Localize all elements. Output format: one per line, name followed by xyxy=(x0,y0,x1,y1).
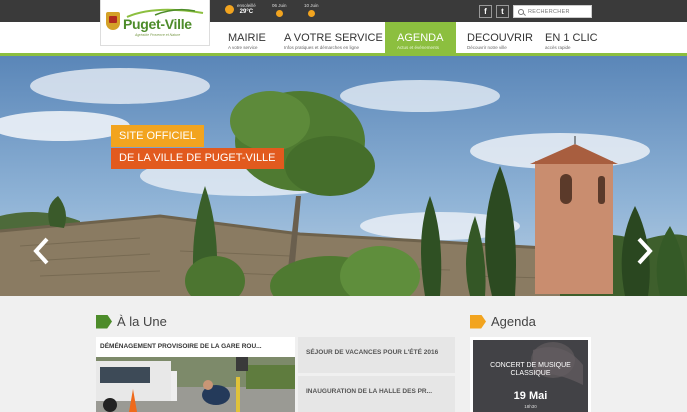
section-title: À la Une xyxy=(117,314,167,329)
slider-prev-arrow[interactable] xyxy=(31,236,51,266)
search-box[interactable] xyxy=(513,5,592,18)
agenda-event-card[interactable]: CONCERT DE MUSIQUE CLASSIQUE 19 Mai 18h3… xyxy=(470,337,591,412)
hero-banner-official: SITE OFFICIEL xyxy=(111,125,205,147)
search-icon[interactable] xyxy=(518,8,524,15)
weather-today: ensoleillé 29°C xyxy=(225,3,256,15)
nav-sublabel: accès rapide xyxy=(545,45,571,50)
sun-small-icon xyxy=(275,10,283,17)
une-section-title: À la Une xyxy=(96,314,167,329)
nav-item-en-1-clic[interactable]: EN 1 CLIC accès rapide xyxy=(538,22,598,56)
hero-photo xyxy=(0,56,687,296)
weather-forecast-1: 06 Juin xyxy=(272,3,287,17)
forecast-date: 06 Juin xyxy=(272,3,287,8)
chevron-right-icon[interactable] xyxy=(635,236,655,266)
hero-slider xyxy=(0,56,687,296)
event-date: 19 Mai xyxy=(513,390,548,402)
nav-item-agenda[interactable]: AGENDA Actus et événements xyxy=(385,22,456,56)
agenda-section-title: Agenda xyxy=(470,314,536,329)
hero-banner-town: DE LA VILLE DE PUGET-VILLE xyxy=(111,148,284,169)
logo-tagline: Agréable Provence et Nature xyxy=(135,33,181,37)
nav-item-mairie[interactable]: MAIRIE A votre service xyxy=(221,22,277,56)
une-article-item[interactable]: INAUGURATION DE LA HALLE DES PR... xyxy=(298,376,455,412)
section-title: Agenda xyxy=(491,314,536,329)
nav-sublabel: Actus et événements xyxy=(397,45,440,50)
slider-next-arrow[interactable] xyxy=(635,236,655,266)
une-article-item[interactable]: SÉJOUR DE VACANCES POUR L'ÉTÉ 2016 xyxy=(298,337,455,373)
facebook-icon[interactable]: f xyxy=(479,5,492,18)
event-title: CONCERT DE MUSIQUE CLASSIQUE xyxy=(490,362,571,377)
coat-of-arms-icon xyxy=(106,12,120,30)
chevron-left-icon[interactable] xyxy=(31,236,51,266)
weather-label: ensoleillé xyxy=(237,3,256,8)
site-logo[interactable]: Puget-Ville Agréable Provence et Nature xyxy=(100,0,210,46)
twitter-icon[interactable]: t xyxy=(496,5,509,18)
nav-label: AGENDA xyxy=(397,32,444,44)
nav-sublabel: Découvrir notre ville xyxy=(467,45,507,50)
une-featured-article[interactable]: DÉMÉNAGEMENT PROVISOIRE DE LA GARE ROU..… xyxy=(96,337,295,412)
sun-small-icon xyxy=(307,10,315,17)
featured-photo[interactable] xyxy=(96,357,295,412)
nav-label: A VOTRE SERVICE xyxy=(284,32,383,44)
nav-sublabel: A votre service xyxy=(228,45,258,50)
nav-item-a-votre-service[interactable]: A VOTRE SERVICE Infos pratiques et démar… xyxy=(278,22,384,56)
sun-icon xyxy=(225,5,234,14)
green-flag-icon xyxy=(96,314,112,329)
orange-flag-icon xyxy=(470,314,486,329)
nav-label: EN 1 CLIC xyxy=(545,32,598,44)
forecast-date: 10 Juin xyxy=(304,3,319,8)
search-input[interactable] xyxy=(528,8,588,15)
featured-headline[interactable]: DÉMÉNAGEMENT PROVISOIRE DE LA GARE ROU..… xyxy=(96,337,295,350)
nav-item-decouvrir[interactable]: DECOUVRIR Découvrir notre ville xyxy=(460,22,534,56)
page: ensoleillé29°C 06 Juin 10 Juin f t Puget… xyxy=(0,0,687,412)
weather-temperature: 29°C xyxy=(239,9,254,15)
nav-label: DECOUVRIR xyxy=(467,32,534,44)
nav-label: MAIRIE xyxy=(228,32,266,44)
weather-forecast-2: 10 Juin xyxy=(304,3,319,17)
event-time: 18h30 xyxy=(524,404,537,409)
logo-name: Puget-Ville xyxy=(123,16,192,32)
agenda-event-photo[interactable]: CONCERT DE MUSIQUE CLASSIQUE 19 Mai 18h3… xyxy=(473,340,588,412)
nav-sublabel: Infos pratiques et démarches en ligne xyxy=(284,45,360,50)
